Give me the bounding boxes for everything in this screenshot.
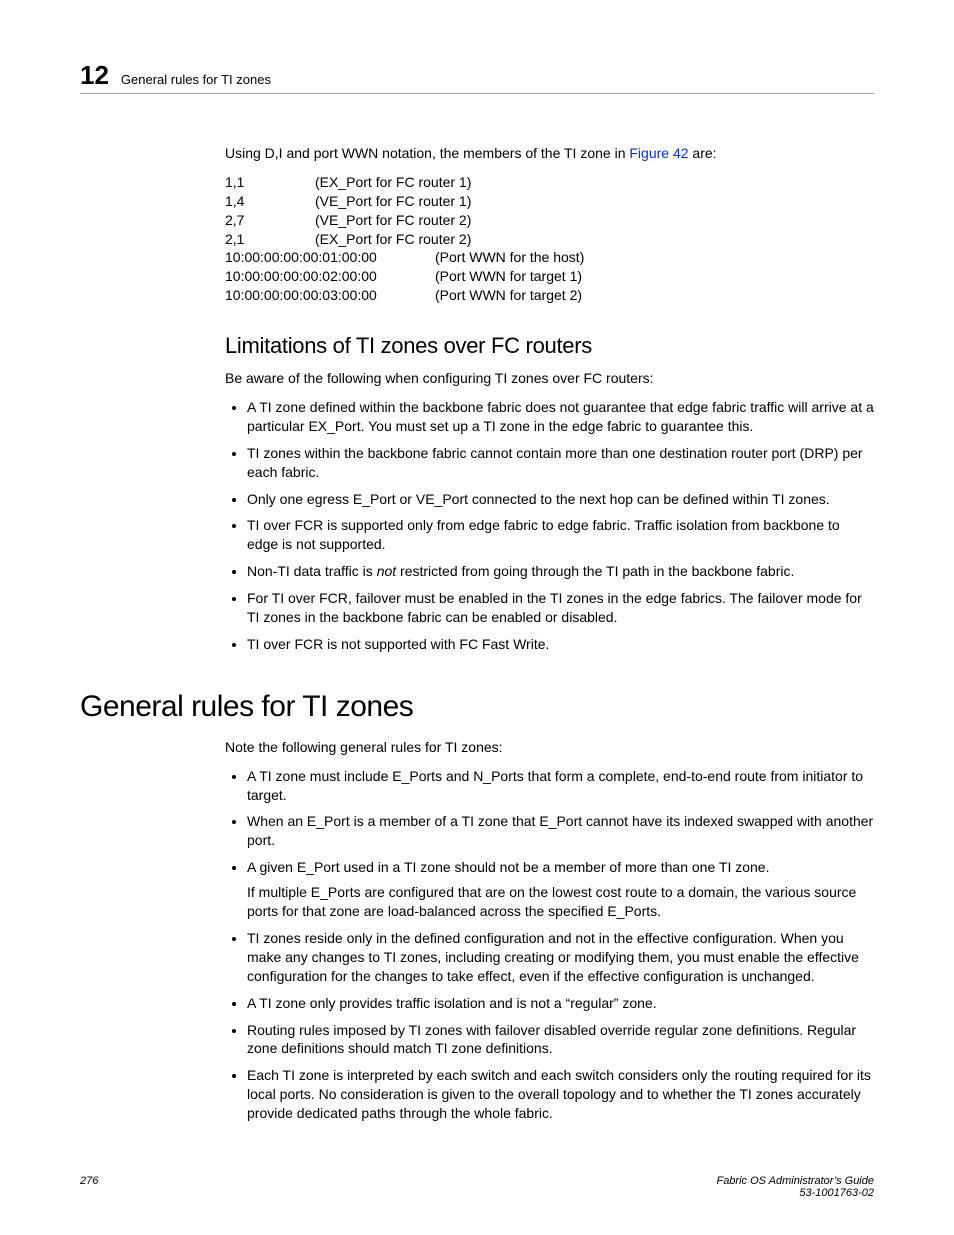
di-row: 2,7(VE_Port for FC router 2) <box>225 211 874 230</box>
list-item: TI over FCR is supported only from edge … <box>247 516 874 554</box>
di-row: 2,1(EX_Port for FC router 2) <box>225 230 874 249</box>
doc-title: Fabric OS Administrator’s Guide <box>716 1175 874 1187</box>
wwn-value: 10:00:00:00:00:01:00:00 <box>225 248 435 267</box>
limitations-heading: Limitations of TI zones over FC routers <box>225 333 874 359</box>
list-item: Each TI zone is interpreted by each swit… <box>247 1066 874 1123</box>
di-value: 1,1 <box>225 173 315 192</box>
general-lead: Note the following general rules for TI … <box>225 738 874 757</box>
di-desc: (VE_Port for FC router 2) <box>315 211 874 230</box>
di-notation-list: 1,1(EX_Port for FC router 1) 1,4(VE_Port… <box>225 173 874 305</box>
running-title: General rules for TI zones <box>121 72 271 87</box>
page-number: 276 <box>80 1175 98 1199</box>
running-header: 12 General rules for TI zones <box>80 60 874 94</box>
wwn-desc: (Port WWN for target 2) <box>435 286 874 305</box>
di-row: 1,4(VE_Port for FC router 1) <box>225 192 874 211</box>
general-body: Note the following general rules for TI … <box>225 738 874 1123</box>
di-desc: (EX_Port for FC router 1) <box>315 173 874 192</box>
general-list: A TI zone must include E_Ports and N_Por… <box>225 767 874 1123</box>
di-row: 1,1(EX_Port for FC router 1) <box>225 173 874 192</box>
di-value: 2,1 <box>225 230 315 249</box>
text-post: restricted from going through the TI pat… <box>396 563 794 579</box>
intro-text-pre: Using D,I and port WWN notation, the mem… <box>225 145 629 161</box>
eport-main: A given E_Port used in a TI zone should … <box>247 859 769 875</box>
general-rules-heading: General rules for TI zones <box>80 690 874 724</box>
body: Using D,I and port WWN notation, the mem… <box>225 144 874 654</box>
wwn-desc: (Port WWN for target 1) <box>435 267 874 286</box>
list-item: A given E_Port used in a TI zone should … <box>247 858 874 921</box>
wwn-value: 10:00:00:00:00:03:00:00 <box>225 286 435 305</box>
list-item: A TI zone defined within the backbone fa… <box>247 398 874 436</box>
di-value: 2,7 <box>225 211 315 230</box>
wwn-value: 10:00:00:00:00:02:00:00 <box>225 267 435 286</box>
page-footer: 276 Fabric OS Administrator’s Guide 53-1… <box>80 1175 874 1199</box>
list-item: A TI zone must include E_Ports and N_Por… <box>247 767 874 805</box>
wwn-row: 10:00:00:00:00:01:00:00(Port WWN for the… <box>225 248 874 267</box>
limitations-lead: Be aware of the following when configuri… <box>225 369 874 388</box>
di-desc: (VE_Port for FC router 1) <box>315 192 874 211</box>
footer-right: Fabric OS Administrator’s Guide 53-10017… <box>716 1175 874 1199</box>
wwn-desc: (Port WWN for the host) <box>435 248 874 267</box>
list-item: TI zones within the backbone fabric cann… <box>247 444 874 482</box>
figure-ref-link[interactable]: Figure 42 <box>629 145 688 161</box>
intro-text-post: are: <box>689 145 717 161</box>
list-item: Only one egress E_Port or VE_Port connec… <box>247 490 874 509</box>
list-item: TI over FCR is not supported with FC Fas… <box>247 635 874 654</box>
list-item: A TI zone only provides traffic isolatio… <box>247 994 874 1013</box>
page: 12 General rules for TI zones Using D,I … <box>0 0 954 1235</box>
text-pre: Non-TI data traffic is <box>247 563 377 579</box>
eport-sub: If multiple E_Ports are configured that … <box>247 883 874 921</box>
list-item: When an E_Port is a member of a TI zone … <box>247 812 874 850</box>
di-desc: (EX_Port for FC router 2) <box>315 230 874 249</box>
doc-id: 53-1001763-02 <box>799 1187 874 1199</box>
wwn-row: 10:00:00:00:00:02:00:00(Port WWN for tar… <box>225 267 874 286</box>
list-item: TI zones reside only in the defined conf… <box>247 929 874 986</box>
intro-paragraph: Using D,I and port WWN notation, the mem… <box>225 144 874 163</box>
di-value: 1,4 <box>225 192 315 211</box>
wwn-row: 10:00:00:00:00:03:00:00(Port WWN for tar… <box>225 286 874 305</box>
emphasis-not: not <box>377 563 396 579</box>
limitations-list: A TI zone defined within the backbone fa… <box>225 398 874 654</box>
chapter-number: 12 <box>80 60 109 91</box>
list-item: For TI over FCR, failover must be enable… <box>247 589 874 627</box>
list-item: Non-TI data traffic is not restricted fr… <box>247 562 874 581</box>
list-item: Routing rules imposed by TI zones with f… <box>247 1021 874 1059</box>
